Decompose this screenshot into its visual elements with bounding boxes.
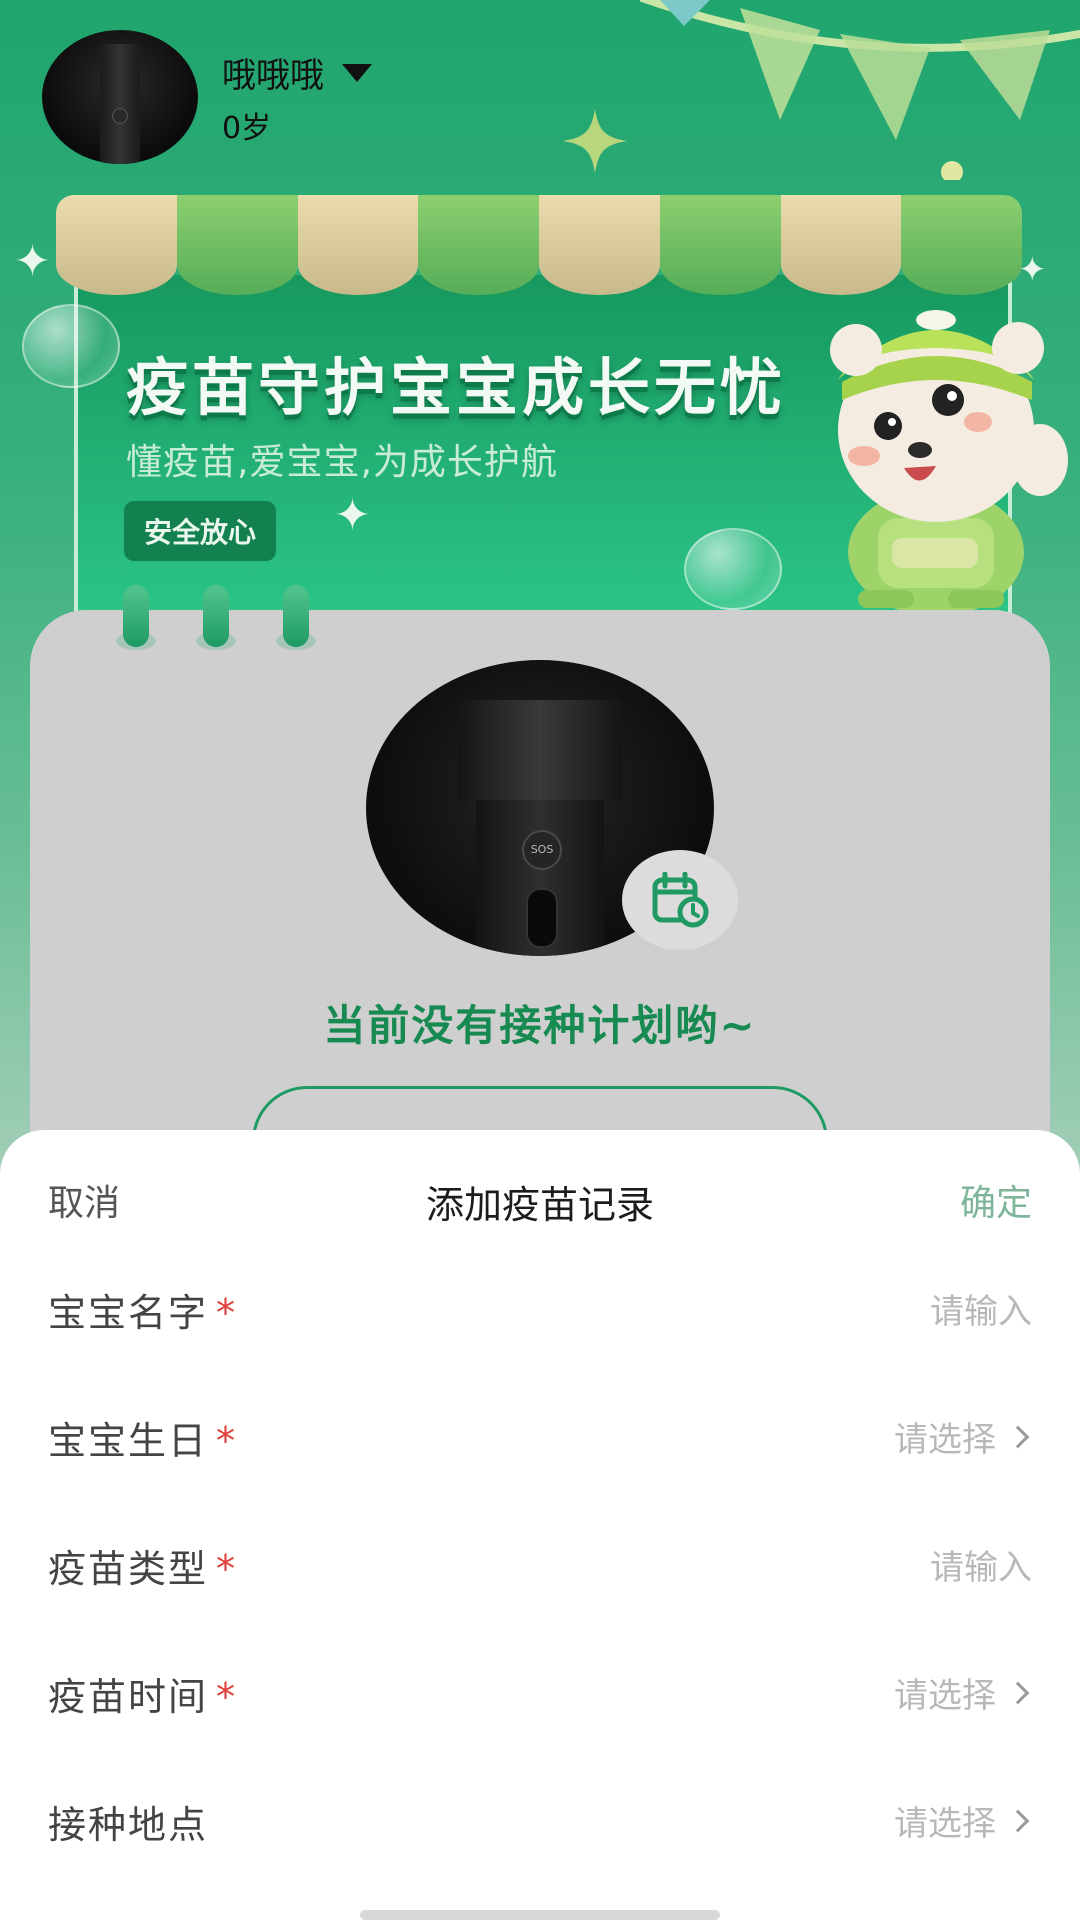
binder-ring xyxy=(123,585,149,647)
sheet-header: 添加疫苗记录 取消 确定 xyxy=(0,1174,1080,1234)
flashlight-image xyxy=(100,44,140,164)
flashlight-head-image xyxy=(458,700,622,804)
baby-birthday-field[interactable]: 宝宝生日 * 请选择 xyxy=(48,1410,1032,1470)
banner-tag: 安全放心 xyxy=(124,501,277,561)
required-marker: * xyxy=(216,1547,238,1591)
profile-age: 0岁 xyxy=(222,110,272,146)
avatar[interactable] xyxy=(42,30,198,164)
vaccination-location-picker[interactable]: 请选择 xyxy=(894,1796,1032,1845)
required-marker: * xyxy=(216,1675,238,1719)
empty-plan-message: 当前没有接种计划哟~ xyxy=(323,1001,757,1050)
field-label: 宝宝名字 * xyxy=(48,1291,238,1335)
sparkle-icon: ✦ xyxy=(334,490,371,541)
profile-header[interactable]: 哦哦哦 0岁 xyxy=(42,30,372,164)
confirm-button[interactable]: 确定 xyxy=(960,1174,1032,1226)
field-label: 接种地点 xyxy=(48,1803,209,1847)
sparkle-icon: ✦ xyxy=(14,236,51,287)
chevron-right-icon xyxy=(1006,1425,1030,1448)
cancel-button[interactable]: 取消 xyxy=(48,1174,120,1226)
field-label: 疫苗类型 * xyxy=(48,1547,238,1591)
sparkle-icon: ✦ xyxy=(1018,250,1047,290)
sparkle-icon xyxy=(562,108,628,174)
field-label: 宝宝生日 * xyxy=(48,1419,238,1463)
banner-subline: 懂疫苗,爱宝宝,为成长护航 xyxy=(126,442,558,483)
required-marker: * xyxy=(216,1419,238,1463)
vaccine-time-picker[interactable]: 请选择 xyxy=(894,1668,1032,1717)
add-vaccine-record-sheet: 添加疫苗记录 取消 确定 宝宝名字 * 请输入 宝宝生日 * 请选择 疫苗类型 * 请… xyxy=(0,1130,1080,1920)
vaccine-time-field[interactable]: 疫苗时间 * 请选择 xyxy=(48,1666,1032,1726)
caret-down-icon[interactable] xyxy=(342,64,372,82)
bubble-decoration xyxy=(22,304,120,388)
profile-info: 哦哦哦 0岁 xyxy=(222,48,372,147)
bubble-decoration xyxy=(684,528,782,610)
chevron-right-icon xyxy=(1006,1681,1030,1704)
sheet-title: 添加疫苗记录 xyxy=(425,1183,654,1227)
vaccine-type-input[interactable]: 请输入 xyxy=(930,1540,1032,1589)
chevron-right-icon xyxy=(1006,1809,1030,1832)
field-label: 疫苗时间 * xyxy=(48,1675,238,1719)
calendar-schedule-button[interactable] xyxy=(622,850,738,950)
flashlight-slot-image xyxy=(526,888,558,948)
baby-birthday-picker[interactable]: 请选择 xyxy=(894,1412,1032,1461)
decorative-bunting xyxy=(640,0,1080,180)
baby-name-input[interactable]: 请输入 xyxy=(930,1284,1032,1333)
vaccination-location-field[interactable]: 接种地点 请选择 xyxy=(48,1794,1032,1854)
banner-awning xyxy=(56,195,1022,295)
sos-button-image xyxy=(112,108,128,124)
required-marker: * xyxy=(216,1291,238,1335)
vaccine-type-field[interactable]: 疫苗类型 * 请输入 xyxy=(48,1538,1032,1598)
sos-badge: SOS xyxy=(522,830,562,870)
profile-name: 哦哦哦 xyxy=(222,55,324,96)
binder-ring xyxy=(203,585,229,647)
calendar-clock-icon xyxy=(652,872,709,928)
bear-mascot-illustration xyxy=(830,310,1068,610)
home-indicator[interactable] xyxy=(360,1910,720,1920)
banner-headline: 疫苗守护宝宝成长无忧 xyxy=(126,351,787,424)
baby-name-field[interactable]: 宝宝名字 * 请输入 xyxy=(48,1282,1032,1342)
binder-ring xyxy=(283,585,309,647)
profile-name-row[interactable]: 哦哦哦 xyxy=(222,48,372,97)
